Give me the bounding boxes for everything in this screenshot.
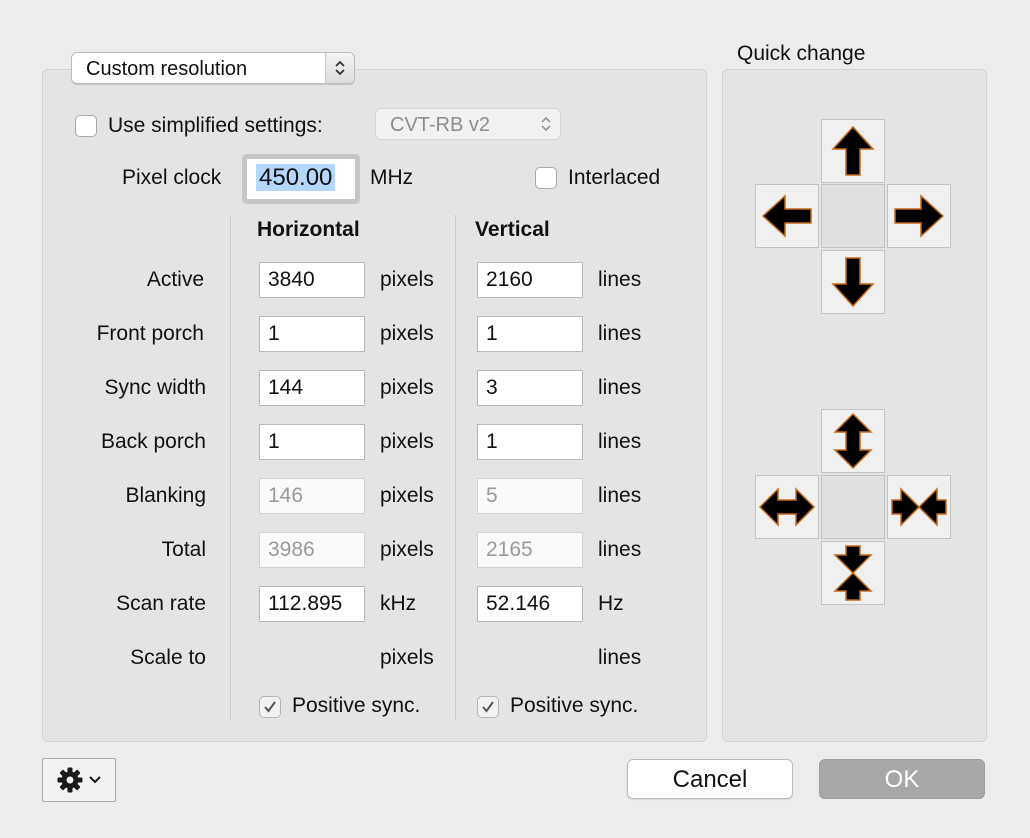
move-right-button[interactable] xyxy=(887,184,951,248)
v-positive-sync-checkbox[interactable] xyxy=(477,696,499,718)
resolution-type-popup[interactable]: Custom resolution xyxy=(71,52,355,84)
shrink-vertical-button[interactable] xyxy=(821,541,885,605)
sync-width-label: Sync width xyxy=(104,376,206,399)
quick-change-title: Quick change xyxy=(737,42,866,65)
timing-standard-popup: CVT-RB v2 xyxy=(375,108,561,140)
horizontal-header: Horizontal xyxy=(257,218,360,241)
expand-vertical-icon xyxy=(833,412,873,470)
popup-stepper-icon xyxy=(532,109,560,139)
vertical-header: Vertical xyxy=(475,218,550,241)
back-porch-label: Back porch xyxy=(100,430,206,453)
shrink-horizontal-button[interactable] xyxy=(887,475,951,539)
scale-to-label: Scale to xyxy=(130,646,206,669)
arrow-down-icon xyxy=(831,257,875,308)
arrow-up-icon xyxy=(831,125,875,176)
blanking-v-unit: lines xyxy=(598,484,642,507)
total-h-field: 3986 xyxy=(259,532,365,568)
front-porch-v-field[interactable]: 1 xyxy=(477,316,583,352)
move-center-cell xyxy=(821,184,885,248)
resolution-type-value: Custom resolution xyxy=(86,58,248,80)
h-positive-sync-label: Positive sync. xyxy=(292,694,421,717)
back-porch-v-field[interactable]: 1 xyxy=(477,424,583,460)
scale-to-h-unit: pixels xyxy=(380,646,434,669)
pixel-clock-field[interactable]: 450.00 xyxy=(242,154,360,204)
timing-standard-value: CVT-RB v2 xyxy=(390,114,491,136)
column-divider-middle xyxy=(455,215,456,720)
column-divider-left xyxy=(230,215,231,720)
scan-rate-label: Scan rate xyxy=(116,592,206,615)
interlaced-checkbox[interactable] xyxy=(535,167,557,189)
blanking-v-field: 5 xyxy=(477,478,583,514)
scale-to-v-unit: lines xyxy=(598,646,642,669)
sync-width-h-field[interactable]: 144 xyxy=(259,370,365,406)
pixel-clock-label: Pixel clock xyxy=(122,166,222,189)
front-porch-h-unit: pixels xyxy=(380,322,434,345)
chevron-down-icon xyxy=(89,776,101,784)
pixel-clock-unit: MHz xyxy=(370,166,414,189)
blanking-label: Blanking xyxy=(125,484,206,507)
interlaced-label: Interlaced xyxy=(568,166,661,189)
active-h-unit: pixels xyxy=(380,268,434,291)
sync-width-h-unit: pixels xyxy=(380,376,434,399)
total-v-unit: lines xyxy=(598,538,642,561)
resize-center-cell xyxy=(821,475,885,539)
back-porch-h-field[interactable]: 1 xyxy=(259,424,365,460)
active-h-field[interactable]: 3840 xyxy=(259,262,365,298)
move-down-button[interactable] xyxy=(821,250,885,314)
cancel-button[interactable]: Cancel xyxy=(627,759,793,799)
expand-horizontal-button[interactable] xyxy=(755,475,819,539)
arrow-left-icon xyxy=(761,194,812,238)
back-porch-v-unit: lines xyxy=(598,430,642,453)
back-porch-h-unit: pixels xyxy=(380,430,434,453)
total-label: Total xyxy=(161,538,206,561)
total-h-unit: pixels xyxy=(380,538,434,561)
front-porch-v-unit: lines xyxy=(598,322,642,345)
scan-rate-h-field[interactable]: 112.895 xyxy=(259,586,365,622)
blanking-h-unit: pixels xyxy=(380,484,434,507)
pixel-clock-value: 450.00 xyxy=(256,164,336,191)
gear-icon xyxy=(57,767,83,793)
total-v-field: 2165 xyxy=(477,532,583,568)
v-positive-sync-label: Positive sync. xyxy=(510,694,639,717)
blanking-h-field: 146 xyxy=(259,478,365,514)
sync-width-v-unit: lines xyxy=(598,376,642,399)
sync-width-v-field[interactable]: 3 xyxy=(477,370,583,406)
active-label: Active xyxy=(146,268,204,291)
shrink-horizontal-icon xyxy=(891,487,947,527)
move-left-button[interactable] xyxy=(755,184,819,248)
arrow-right-icon xyxy=(894,194,945,238)
ok-button[interactable]: OK xyxy=(819,759,985,799)
scan-rate-v-unit: Hz xyxy=(598,592,624,615)
expand-horizontal-icon xyxy=(758,487,816,527)
gear-menu-button[interactable] xyxy=(42,758,116,802)
h-positive-sync-checkbox[interactable] xyxy=(259,696,281,718)
scan-rate-v-field[interactable]: 52.146 xyxy=(477,586,583,622)
popup-stepper-icon xyxy=(325,53,354,83)
scan-rate-h-unit: kHz xyxy=(380,592,417,615)
simplified-settings-checkbox[interactable] xyxy=(75,115,97,137)
front-porch-h-field[interactable]: 1 xyxy=(259,316,365,352)
shrink-vertical-icon xyxy=(833,545,873,601)
simplified-settings-label: Use simplified settings: xyxy=(108,114,323,137)
front-porch-label: Front porch xyxy=(96,322,204,345)
move-up-button[interactable] xyxy=(821,119,885,183)
active-v-field[interactable]: 2160 xyxy=(477,262,583,298)
expand-vertical-button[interactable] xyxy=(821,409,885,473)
active-v-unit: lines xyxy=(598,268,642,291)
